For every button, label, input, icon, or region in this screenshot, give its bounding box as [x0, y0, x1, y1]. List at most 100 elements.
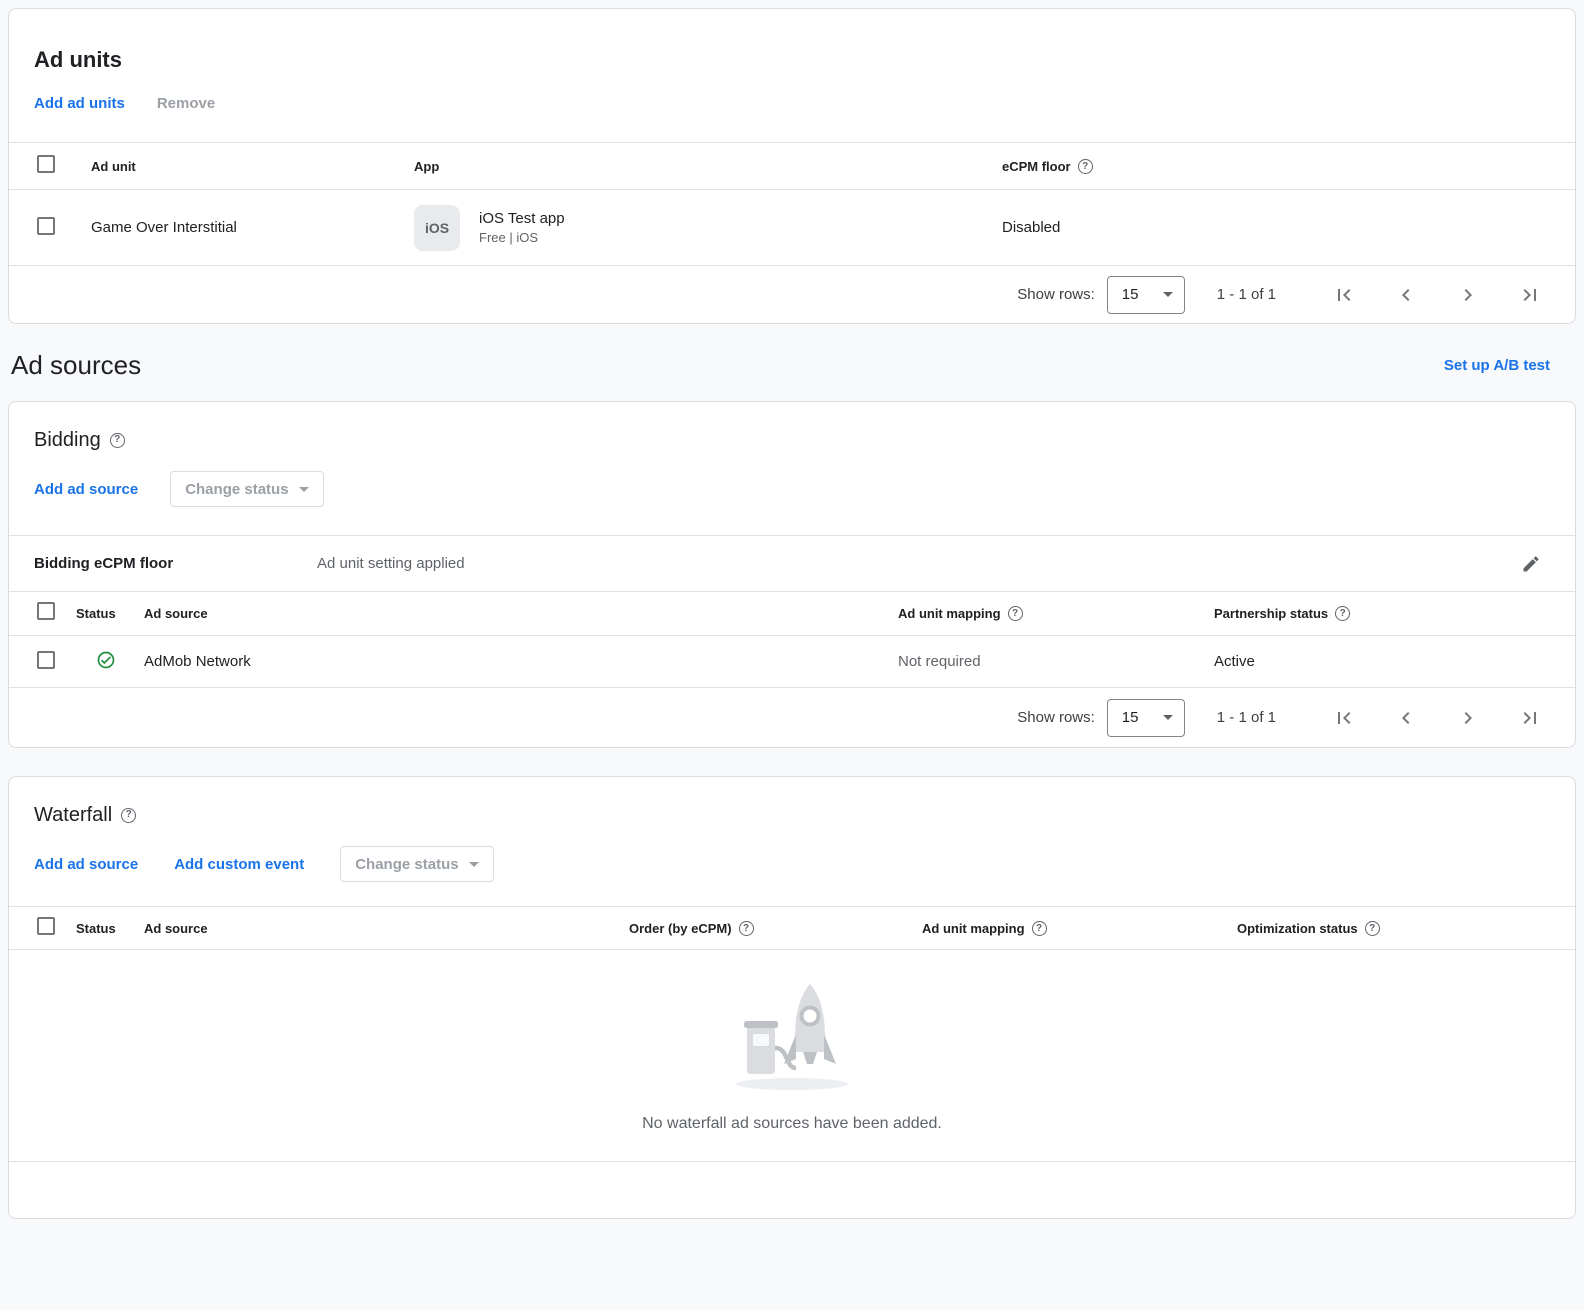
col-ad-unit-mapping-label: Ad unit mapping — [922, 921, 1025, 936]
waterfall-card: Waterfall Add ad source Add custom event… — [8, 776, 1576, 1219]
change-status-label: Change status — [355, 856, 458, 873]
waterfall-empty-state: No waterfall ad sources have been added. — [9, 950, 1575, 1162]
page-size-value: 15 — [1122, 286, 1139, 303]
col-partnership-status: Partnership status — [1214, 606, 1575, 621]
rocket-illustration — [717, 976, 867, 1099]
ad-unit-row[interactable]: Game Over Interstitial iOS iOS Test app … — [9, 189, 1575, 265]
add-ad-units-button[interactable]: Add ad units — [34, 95, 125, 112]
ad-unit-row-checkbox[interactable] — [37, 217, 55, 235]
help-icon[interactable] — [1008, 606, 1023, 621]
ad-units-title: Ad units — [9, 9, 1575, 75]
bidding-actions: Add ad source Change status — [9, 454, 1575, 535]
help-icon[interactable] — [1365, 921, 1380, 936]
select-all-ad-units-checkbox[interactable] — [37, 155, 55, 173]
ios-app-icon: iOS — [414, 205, 460, 251]
app-text: iOS Test app Free | iOS — [479, 210, 565, 245]
select-all-waterfall-checkbox[interactable] — [37, 917, 55, 935]
next-page-button[interactable] — [1456, 283, 1480, 307]
waterfall-title-row: Waterfall — [9, 777, 1575, 829]
ad-sources-section-head: Ad sources Set up A/B test — [8, 324, 1576, 401]
col-ad-unit: Ad unit — [91, 159, 414, 174]
previous-page-button[interactable] — [1394, 283, 1418, 307]
pager — [1332, 706, 1542, 730]
page-size-dropdown[interactable]: 15 — [1107, 276, 1185, 314]
help-icon[interactable] — [1335, 606, 1350, 621]
bidding-row[interactable]: AdMob Network Not required Active — [9, 635, 1575, 687]
select-all-bidding-checkbox[interactable] — [37, 602, 55, 620]
col-ad-unit-mapping-label: Ad unit mapping — [898, 606, 1001, 621]
col-order-by-ecpm: Order (by eCPM) — [629, 921, 922, 936]
bidding-table-header: Status Ad source Ad unit mapping Partner… — [9, 591, 1575, 635]
app-name: iOS Test app — [479, 210, 565, 227]
ad-units-actions: Add ad units Remove — [9, 75, 1575, 142]
bidding-partnership-value: Active — [1214, 653, 1575, 670]
next-page-button[interactable] — [1456, 706, 1480, 730]
help-icon[interactable] — [1078, 159, 1093, 174]
col-status: Status — [76, 921, 144, 936]
waterfall-footer — [9, 1162, 1575, 1218]
col-app: App — [414, 159, 1002, 174]
show-rows-label: Show rows: — [1017, 286, 1095, 303]
waterfall-title: Waterfall — [34, 801, 112, 829]
waterfall-table-header: Status Ad source Order (by eCPM) Ad unit… — [9, 906, 1575, 950]
col-ecpm-floor-label: eCPM floor — [1002, 159, 1071, 174]
bidding-pagination: Show rows: 15 1 - 1 of 1 — [9, 687, 1575, 747]
col-ad-unit-mapping: Ad unit mapping — [898, 606, 1214, 621]
col-order-by-ecpm-label: Order (by eCPM) — [629, 921, 732, 936]
pager — [1332, 283, 1542, 307]
first-page-button[interactable] — [1332, 283, 1356, 307]
setup-ab-test-button[interactable]: Set up A/B test — [1444, 357, 1550, 374]
waterfall-empty-message: No waterfall ad sources have been added. — [642, 1115, 942, 1133]
show-rows-label: Show rows: — [1017, 709, 1095, 726]
pagination-range: 1 - 1 of 1 — [1217, 709, 1276, 726]
chevron-down-icon — [1163, 715, 1173, 720]
col-ad-source: Ad source — [144, 606, 898, 621]
col-ad-source: Ad source — [144, 921, 629, 936]
col-ecpm-floor: eCPM floor — [1002, 159, 1575, 174]
ad-units-card: Ad units Add ad units Remove Ad unit App… — [8, 8, 1576, 324]
add-bidding-source-button[interactable]: Add ad source — [34, 481, 138, 498]
col-status: Status — [76, 606, 144, 621]
bidding-title: Bidding — [34, 426, 101, 454]
col-ad-unit-mapping: Ad unit mapping — [922, 921, 1237, 936]
col-optimization-status: Optimization status — [1237, 921, 1575, 936]
bidding-ecpm-floor-label: Bidding eCPM floor — [34, 555, 317, 572]
last-page-button[interactable] — [1518, 706, 1542, 730]
help-icon[interactable] — [1032, 921, 1047, 936]
chevron-down-icon — [469, 862, 479, 867]
help-icon[interactable] — [739, 921, 754, 936]
add-waterfall-source-button[interactable]: Add ad source — [34, 856, 138, 873]
admob-mediation-page: Ad units Add ad units Remove Ad unit App… — [0, 0, 1584, 1310]
ecpm-floor-value: Disabled — [1002, 219, 1575, 236]
ad-units-table-header: Ad unit App eCPM floor — [9, 142, 1575, 189]
bidding-ecpm-floor-value: Ad unit setting applied — [317, 555, 465, 572]
ad-units-pagination: Show rows: 15 1 - 1 of 1 — [9, 265, 1575, 323]
help-icon[interactable] — [121, 808, 136, 823]
last-page-button[interactable] — [1518, 283, 1542, 307]
col-partnership-status-label: Partnership status — [1214, 606, 1328, 621]
ad-sources-title: Ad sources — [11, 350, 141, 381]
bidding-ecpm-floor-row: Bidding eCPM floor Ad unit setting appli… — [9, 535, 1575, 591]
bidding-ad-source-name: AdMob Network — [144, 653, 898, 670]
page-size-dropdown[interactable]: 15 — [1107, 699, 1185, 737]
chevron-down-icon — [1163, 292, 1173, 297]
edit-ecpm-floor-button[interactable] — [1521, 554, 1541, 574]
bidding-card: Bidding Add ad source Change status Bidd… — [8, 401, 1576, 748]
bidding-change-status-button[interactable]: Change status — [170, 471, 323, 507]
app-meta: Free | iOS — [479, 230, 565, 245]
bidding-title-row: Bidding — [9, 402, 1575, 454]
bidding-row-checkbox[interactable] — [37, 651, 55, 669]
page-size-value: 15 — [1122, 709, 1139, 726]
col-optimization-status-label: Optimization status — [1237, 921, 1358, 936]
change-status-label: Change status — [185, 481, 288, 498]
app-cell: iOS iOS Test app Free | iOS — [414, 205, 1002, 251]
previous-page-button[interactable] — [1394, 706, 1418, 730]
help-icon[interactable] — [110, 433, 125, 448]
add-custom-event-button[interactable]: Add custom event — [174, 856, 304, 873]
status-active-check-icon — [96, 650, 116, 670]
remove-ad-units-button[interactable]: Remove — [157, 95, 215, 112]
first-page-button[interactable] — [1332, 706, 1356, 730]
waterfall-actions: Add ad source Add custom event Change st… — [9, 829, 1575, 906]
waterfall-change-status-button[interactable]: Change status — [340, 846, 493, 882]
ad-unit-name: Game Over Interstitial — [91, 219, 414, 236]
